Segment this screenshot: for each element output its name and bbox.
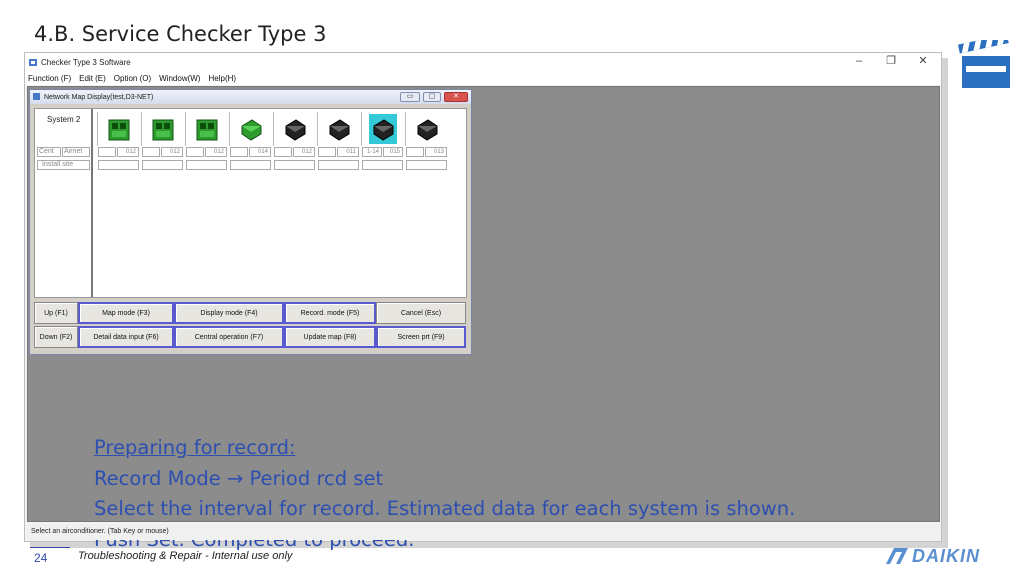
unit-7-selected[interactable] — [361, 112, 401, 146]
child-restore-icon[interactable]: ▢ — [423, 92, 441, 102]
instruction-line: Select the interval for record. Estimate… — [94, 497, 796, 520]
close-icon[interactable]: ✕ — [909, 55, 937, 67]
daikin-mark-icon — [886, 548, 908, 564]
network-map-window: Network Map Display(test,D3-NET) ▭ ▢ ✕ S… — [29, 89, 472, 355]
airnet-cell: 012 — [293, 147, 315, 157]
update-map-button[interactable]: Update map (F8) — [284, 326, 376, 348]
cent-cell — [142, 147, 160, 157]
menubar: Function (F) Edit (E) Option (O) Window(… — [25, 71, 941, 85]
unit-2[interactable] — [141, 112, 181, 146]
display-mode-button[interactable]: Display mode (F4) — [174, 302, 284, 324]
app-title: Checker Type 3 Software — [41, 57, 131, 67]
cent-cell — [274, 147, 292, 157]
airnet-cell: 012 — [117, 147, 139, 157]
install-site-cell — [318, 160, 359, 170]
airnet-cell: 013 — [425, 147, 447, 157]
unit-1[interactable] — [97, 112, 137, 146]
menu-function[interactable]: Function (F) — [28, 74, 71, 83]
clapperboard-icon — [958, 40, 1010, 88]
indoor-unit-green-icon — [241, 119, 262, 141]
install-site-cell — [186, 160, 227, 170]
menu-window[interactable]: Window(W) — [159, 74, 200, 83]
status-bar: Select an airconditioner. (Tab Key or mo… — [27, 524, 940, 540]
map-mode-button[interactable]: Map mode (F3) — [78, 302, 174, 324]
cent-cell — [98, 147, 116, 157]
unit-3[interactable] — [185, 112, 225, 146]
footer-divider — [30, 547, 70, 548]
row-label-cent: Cent — [37, 147, 61, 157]
menu-option[interactable]: Option (O) — [114, 74, 151, 83]
detail-data-input-button[interactable]: Detail data input (F6) — [78, 326, 174, 348]
indoor-unit-black-icon — [373, 119, 394, 141]
function-button-row-1: Up (F1) Map mode (F3) Display mode (F4) … — [34, 302, 466, 324]
outdoor-unit-green-icon — [108, 119, 130, 141]
row-label-airnet: Airnet — [62, 147, 90, 157]
menu-edit[interactable]: Edit (E) — [79, 74, 106, 83]
row-label-install-site: Install site — [37, 160, 90, 170]
screen-print-button[interactable]: Screen prt (F9) — [376, 326, 466, 348]
child-close-icon[interactable]: ✕ — [444, 92, 468, 102]
cent-cell — [406, 147, 424, 157]
airnet-cell: 015 — [383, 147, 403, 157]
airnet-cell: 012 — [161, 147, 183, 157]
outdoor-unit-green-icon — [196, 119, 218, 141]
indoor-unit-black-icon — [285, 119, 306, 141]
slide-title: 4.B. Service Checker Type 3 — [34, 22, 327, 46]
system-label: System 2 — [47, 115, 81, 124]
app-window: Checker Type 3 Software – ❐ ✕ Function (… — [24, 52, 942, 551]
daikin-logo: DAIKIN — [886, 544, 1004, 568]
record-mode-button[interactable]: Record. mode (F5) — [284, 302, 376, 324]
up-button[interactable]: Up (F1) — [34, 302, 78, 324]
down-button[interactable]: Down (F2) — [34, 326, 78, 348]
restore-icon[interactable]: ❐ — [877, 55, 905, 67]
install-site-cell — [142, 160, 183, 170]
cent-cell: 1-14 — [362, 147, 382, 157]
indoor-unit-black-icon — [329, 119, 350, 141]
network-map: System 2 Cent Airnet Install site 012 01… — [34, 108, 467, 298]
cent-cell — [318, 147, 336, 157]
app-titlebar: Checker Type 3 Software — [25, 53, 941, 71]
airnet-cell: 011 — [337, 147, 359, 157]
instruction-line: Record Mode → Period rcd set — [94, 466, 384, 490]
network-map-title: Network Map Display(test,D3-NET) — [44, 93, 154, 101]
install-site-cell — [274, 160, 315, 170]
indoor-unit-black-icon — [417, 119, 438, 141]
airnet-cell: 014 — [249, 147, 271, 157]
menu-help[interactable]: Help(H) — [208, 74, 236, 83]
airnet-cell: 012 — [205, 147, 227, 157]
footer-text: Troubleshooting & Repair - Internal use … — [78, 550, 293, 562]
minimize-icon[interactable]: – — [845, 55, 873, 67]
map-label-column: System 2 Cent Airnet Install site — [35, 109, 93, 297]
cent-cell — [230, 147, 248, 157]
install-site-cell — [406, 160, 447, 170]
outdoor-unit-green-icon — [152, 119, 174, 141]
mdi-client-area: Network Map Display(test,D3-NET) ▭ ▢ ✕ S… — [27, 86, 940, 551]
install-site-cell — [362, 160, 403, 170]
unit-6[interactable] — [317, 112, 357, 146]
cent-cell — [186, 147, 204, 157]
app-icon — [29, 58, 37, 66]
central-operation-button[interactable]: Central operation (F7) — [174, 326, 284, 348]
install-site-cell — [230, 160, 271, 170]
install-site-cell — [98, 160, 139, 170]
function-button-row-2: Down (F2) Detail data input (F6) Central… — [34, 326, 466, 348]
unit-5[interactable] — [273, 112, 313, 146]
unit-8[interactable] — [405, 112, 445, 146]
window-icon — [33, 93, 40, 100]
instruction-heading: Preparing for record: — [94, 436, 296, 459]
daikin-wordmark: DAIKIN — [912, 545, 980, 566]
cancel-button[interactable]: Cancel (Esc) — [376, 302, 466, 324]
child-minimize-icon[interactable]: ▭ — [400, 92, 420, 102]
page-number: 24 — [34, 551, 48, 565]
unit-4[interactable] — [229, 112, 269, 146]
